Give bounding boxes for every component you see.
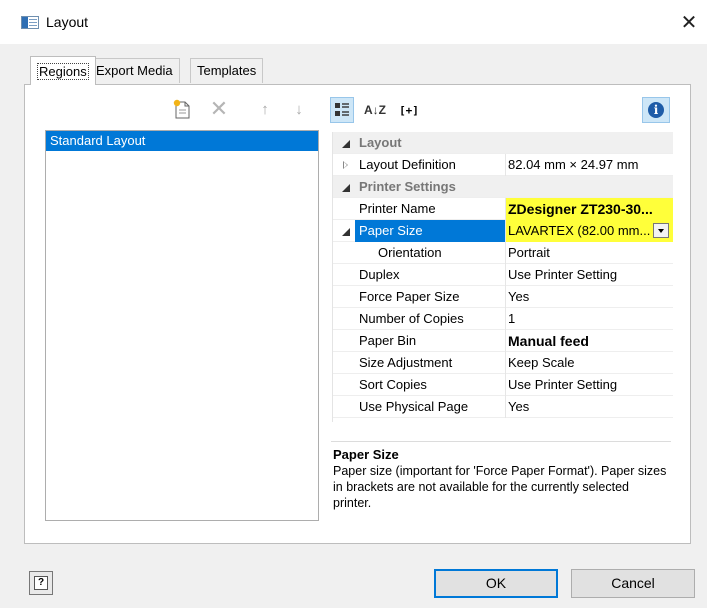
property-name: Paper Size bbox=[355, 220, 505, 242]
property-row-printer-name[interactable]: Printer Name ZDesigner ZT230-30... bbox=[333, 198, 673, 220]
property-row-layout-definition[interactable]: Layout Definition 82.04 mm × 24.97 mm bbox=[333, 154, 673, 176]
tab-templates-label: Templates bbox=[197, 63, 257, 78]
property-name: Orientation bbox=[378, 245, 442, 260]
ok-button[interactable]: OK bbox=[434, 569, 558, 598]
expand-icon[interactable] bbox=[333, 154, 355, 176]
property-value[interactable]: Keep Scale bbox=[505, 352, 673, 374]
sort-az-icon: A↓Z bbox=[364, 103, 386, 117]
alphabetical-sort-button[interactable]: A↓Z bbox=[364, 97, 386, 123]
property-row-sort-copies[interactable]: Sort Copies Use Printer Setting bbox=[333, 374, 673, 396]
property-value[interactable]: Portrait bbox=[505, 242, 673, 264]
cancel-button[interactable]: Cancel bbox=[571, 569, 695, 598]
list-item-standard-layout[interactable]: Standard Layout bbox=[46, 131, 318, 151]
property-row-paper-bin[interactable]: Paper Bin Manual feed bbox=[333, 330, 673, 352]
property-grid: Layout Layout Definition 82.04 mm × 24.9… bbox=[332, 132, 673, 422]
property-value[interactable]: ZDesigner ZT230-30... bbox=[505, 198, 673, 220]
property-value[interactable]: Yes bbox=[505, 286, 673, 308]
help-icon: ? bbox=[34, 576, 48, 590]
property-row-force-paper-size[interactable]: Force Paper Size Yes bbox=[333, 286, 673, 308]
property-name: Paper Bin bbox=[359, 333, 417, 348]
property-row-number-of-copies[interactable]: Number of Copies 1 bbox=[333, 308, 673, 330]
tab-regions-label: Regions bbox=[37, 63, 89, 80]
expand-all-button[interactable]: [+] bbox=[396, 97, 422, 123]
property-name: Force Paper Size bbox=[359, 289, 460, 304]
property-name: Duplex bbox=[359, 267, 400, 282]
title-bar: Layout ✕ bbox=[0, 0, 707, 44]
window-title: Layout bbox=[46, 14, 89, 30]
property-value: LAVARTEX (82.00 mm... bbox=[508, 223, 651, 238]
help-button[interactable]: ? bbox=[29, 571, 53, 595]
category-label: Layout bbox=[359, 135, 402, 150]
description-text: Paper size (important for 'Force Paper F… bbox=[333, 464, 667, 510]
property-row-paper-size[interactable]: Paper Size LAVARTEX (82.00 mm... bbox=[333, 220, 673, 242]
regions-list[interactable]: Standard Layout bbox=[45, 130, 319, 521]
property-row-duplex[interactable]: Duplex Use Printer Setting bbox=[333, 264, 673, 286]
property-name: Layout Definition bbox=[359, 157, 456, 172]
delete-icon[interactable]: ✕ bbox=[209, 96, 229, 121]
tab-export-media-label: Export Media bbox=[96, 63, 173, 78]
expand-all-icon: [+] bbox=[399, 103, 419, 117]
info-button[interactable]: i bbox=[642, 97, 670, 123]
category-printer-settings[interactable]: Printer Settings bbox=[333, 176, 673, 198]
collapse-icon[interactable] bbox=[333, 176, 355, 198]
new-region-icon[interactable] bbox=[172, 98, 192, 120]
close-button[interactable]: ✕ bbox=[676, 10, 702, 36]
property-value[interactable]: Use Printer Setting bbox=[505, 374, 673, 396]
property-description-panel: Paper Size Paper size (important for 'Fo… bbox=[331, 441, 671, 521]
categorized-icon bbox=[335, 103, 349, 116]
tab-templates[interactable]: Templates bbox=[190, 58, 264, 83]
property-name: Printer Name bbox=[359, 201, 436, 216]
info-icon: i bbox=[648, 102, 664, 118]
property-value[interactable]: 1 bbox=[505, 308, 673, 330]
category-layout[interactable]: Layout bbox=[333, 132, 673, 154]
move-up-icon[interactable]: ↑ bbox=[256, 98, 274, 120]
property-value[interactable]: Use Printer Setting bbox=[505, 264, 673, 286]
property-value[interactable]: Manual feed bbox=[505, 330, 673, 352]
layout-window-icon bbox=[21, 16, 39, 29]
dropdown-arrow-icon[interactable] bbox=[653, 223, 669, 238]
property-value[interactable]: 82.04 mm × 24.97 mm bbox=[505, 154, 673, 176]
collapse-icon[interactable] bbox=[333, 132, 355, 154]
categorized-view-button[interactable] bbox=[330, 97, 354, 123]
property-name: Sort Copies bbox=[359, 377, 427, 392]
property-row-use-physical-page[interactable]: Use Physical Page Yes bbox=[333, 396, 673, 418]
paper-size-dropdown[interactable]: LAVARTEX (82.00 mm... bbox=[505, 220, 673, 242]
property-value[interactable]: Yes bbox=[505, 396, 673, 418]
collapse-icon[interactable] bbox=[333, 220, 355, 242]
property-name: Number of Copies bbox=[359, 311, 464, 326]
property-row-size-adjustment[interactable]: Size Adjustment Keep Scale bbox=[333, 352, 673, 374]
property-name: Use Physical Page bbox=[359, 399, 469, 414]
tab-export-media[interactable]: Export Media bbox=[89, 58, 180, 83]
category-label: Printer Settings bbox=[359, 179, 456, 194]
property-row-orientation[interactable]: Orientation Portrait bbox=[333, 242, 673, 264]
property-name: Size Adjustment bbox=[359, 355, 453, 370]
tab-regions[interactable]: Regions bbox=[30, 56, 96, 85]
description-title: Paper Size bbox=[333, 447, 399, 462]
move-down-icon[interactable]: ↓ bbox=[290, 98, 308, 120]
